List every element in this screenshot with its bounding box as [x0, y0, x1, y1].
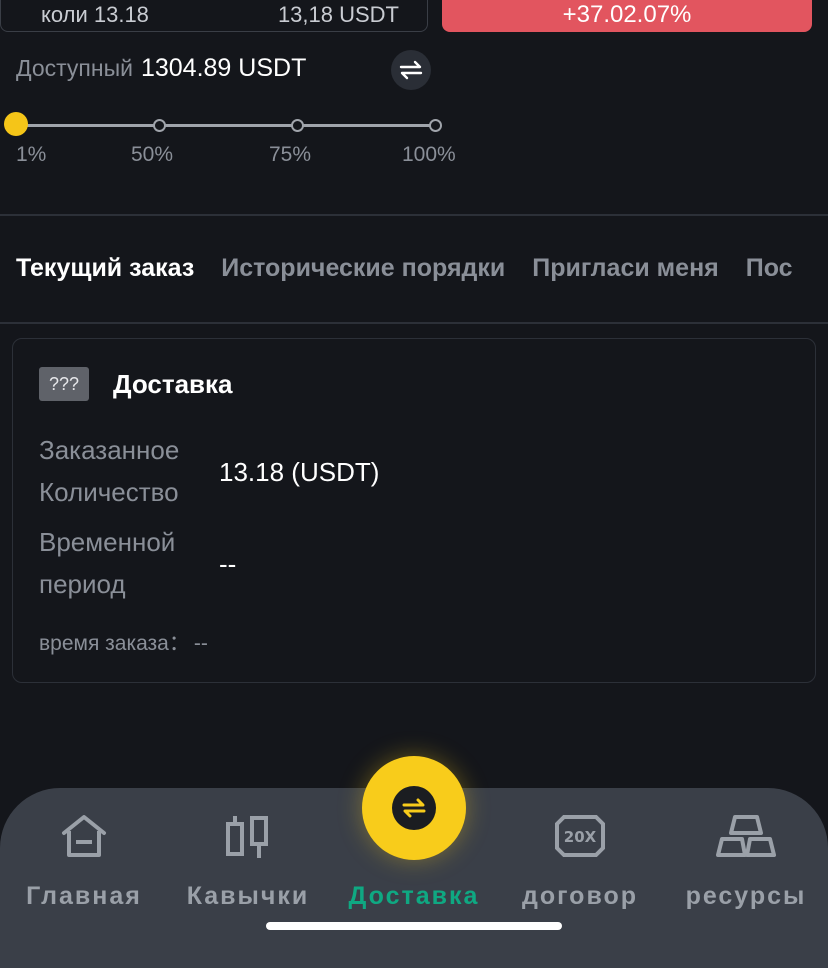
tab-order-history[interactable]: Исторические порядки	[221, 254, 505, 282]
tabs-divider	[0, 322, 828, 324]
order-title: Доставка	[113, 369, 233, 399]
gold-bars-icon	[716, 815, 776, 857]
slider-label-50: 50%	[131, 143, 174, 166]
amount-input-left: коли 13.18	[41, 2, 149, 27]
buy-button[interactable]: +37.02.07%	[442, 0, 812, 32]
tab-current-order[interactable]: Текущий заказ	[16, 254, 194, 282]
tab-invite-me[interactable]: Пригласи меня	[532, 254, 719, 282]
buy-button-label: +37.02.07%	[562, 1, 692, 28]
slider-labels: 1% 50% 75% 100%	[0, 143, 480, 169]
time-period-label-line2: период	[39, 569, 126, 599]
slider-stop-100[interactable]	[429, 119, 442, 132]
time-period-label-line1: Временной	[39, 527, 176, 557]
slider-label-100: 100%	[402, 143, 456, 166]
nav-resources[interactable]: ресурсы	[666, 806, 826, 911]
order-time: время заказа： --	[39, 627, 208, 657]
candlestick-icon	[226, 816, 268, 858]
delivery-fab-inner	[392, 786, 436, 830]
nav-contract-label: договор	[521, 882, 639, 910]
order-tabs: Текущий заказ Исторические порядки Пригл…	[16, 254, 813, 283]
nav-home[interactable]: Главная	[4, 806, 164, 911]
ordered-quantity-label-line2: Количество	[39, 477, 179, 507]
order-time-value: --	[193, 632, 208, 655]
slider-track	[16, 124, 436, 127]
swap-icon	[402, 798, 426, 818]
order-time-label: время заказа：	[39, 632, 190, 655]
slider-label-75: 75%	[269, 143, 312, 166]
section-divider	[0, 214, 828, 216]
amount-input-right: 13,18 USDT	[277, 2, 399, 27]
transfer-button[interactable]	[391, 50, 431, 90]
ordered-quantity-label-line1: Заказанное	[39, 435, 180, 465]
ordered-quantity-label: Заказанное Количество	[39, 429, 179, 513]
slider-stop-50[interactable]	[153, 119, 166, 132]
nav-contract[interactable]: 20X договор	[500, 806, 660, 911]
order-badge: ???	[39, 367, 89, 401]
nav-quotes-label: Кавычки	[186, 882, 310, 910]
20x-icon: 20X	[555, 815, 605, 857]
svg-text:20X: 20X	[564, 828, 597, 846]
amount-input[interactable]: коли 13.18 13,18 USDT	[0, 0, 428, 32]
available-balance: Доступный 1304.89 USDT	[16, 54, 306, 83]
delivery-fab-button[interactable]	[362, 756, 466, 860]
tab-more[interactable]: Пос	[746, 254, 793, 282]
swap-arrows-icon	[399, 60, 423, 80]
slider-label-1: 1%	[16, 143, 47, 166]
balance-value: 1304.89 USDT	[140, 54, 307, 82]
slider-stop-75[interactable]	[291, 119, 304, 132]
ordered-quantity-value: 13.18 (USDT)	[219, 457, 380, 487]
amount-slider[interactable]	[4, 112, 442, 138]
slider-thumb[interactable]	[4, 112, 28, 136]
time-period-value: --	[219, 549, 237, 579]
nav-home-label: Главная	[26, 882, 142, 910]
time-period-label: Временной период	[39, 521, 175, 605]
nav-resources-label: ресурсы	[685, 882, 807, 910]
balance-label: Доступный	[16, 55, 133, 81]
nav-quotes[interactable]: Кавычки	[168, 806, 328, 911]
order-card: ??? Доставка Заказанное Количество 13.18…	[12, 338, 816, 683]
nav-delivery-label: Доставка	[348, 882, 480, 910]
home-indicator	[266, 922, 562, 930]
home-icon	[62, 815, 106, 857]
